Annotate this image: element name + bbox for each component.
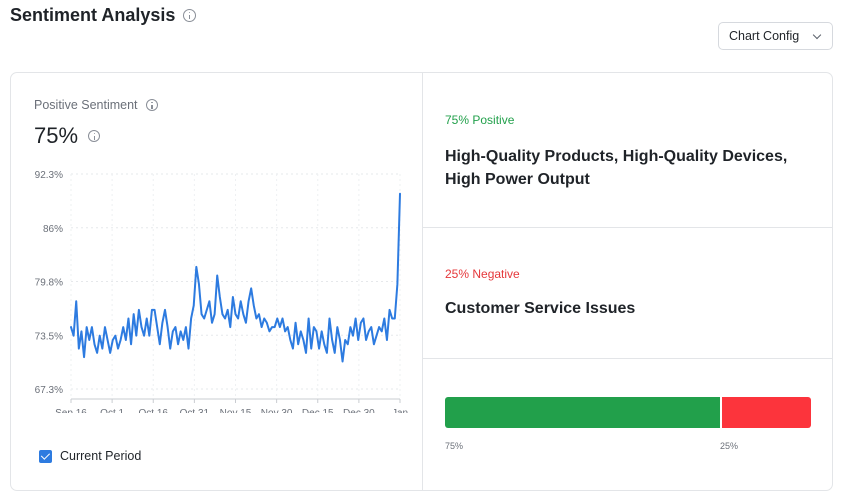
sentiment-card: Positive Sentiment 75% 92.3% 86% 79.8% 73.5… (10, 72, 833, 491)
negative-bar-segment[interactable] (722, 397, 811, 428)
sentiment-split-bar (445, 397, 811, 428)
x-tick-label: Dec 15 (302, 408, 334, 413)
legend-label: Current Period (60, 449, 142, 463)
x-tick-label: Jan (392, 408, 408, 413)
page-title-text: Sentiment Analysis (10, 5, 176, 25)
insights-pane: 75% Positive High-Quality Products, High… (423, 73, 832, 490)
chart-pane: Positive Sentiment 75% 92.3% 86% 79.8% 73.5… (11, 73, 423, 490)
positive-percent-label: 75% (445, 441, 464, 451)
negative-insight: 25% Negative Customer Service Issues (423, 228, 832, 359)
x-tick-label: Sep 16 (55, 408, 87, 413)
metric-value-text: 75% (34, 123, 79, 148)
info-icon[interactable] (145, 99, 158, 111)
positive-bar-segment[interactable] (445, 397, 720, 428)
sentiment-line-chart[interactable]: 92.3% 86% 79.8% 73.5% 67.3% Sep 16 Oct 1 Oct 16… (11, 163, 423, 413)
chart-legend: Current Period (39, 449, 141, 463)
info-icon[interactable] (88, 130, 101, 142)
x-tick-label: Oct 31 (180, 408, 210, 413)
negative-percent-label: 25% (720, 441, 739, 451)
positive-insight: 75% Positive High-Quality Products, High… (423, 73, 832, 228)
y-tick-label: 86% (43, 224, 63, 235)
chevron-down-icon (812, 30, 822, 40)
y-tick-label: 73.5% (35, 331, 63, 342)
chart-config-label: Chart Config (729, 29, 800, 43)
y-tick-label: 79.8% (35, 278, 63, 289)
x-tick-label: Nov 15 (220, 408, 252, 413)
y-tick-label: 67.3% (35, 385, 63, 396)
negative-headline: Customer Service Issues (445, 300, 636, 317)
sentiment-split: 75% 25% (423, 359, 832, 490)
metric-value: 75% (34, 123, 101, 149)
x-tick-label: Nov 30 (261, 408, 293, 413)
positive-tag: 75% Positive (445, 113, 515, 127)
series-line (70, 192, 401, 363)
x-tick-label: Oct 16 (139, 408, 169, 413)
x-tick-label: Dec 30 (343, 408, 375, 413)
x-tick-label: Oct 1 (100, 408, 124, 413)
positive-headline: High-Quality Products, High-Quality Devi… (445, 148, 788, 188)
page-title: Sentiment Analysis (10, 5, 197, 26)
metric-label-text: Positive Sentiment (34, 98, 138, 112)
metric-label: Positive Sentiment (34, 98, 158, 112)
current-period-checkbox[interactable] (39, 449, 52, 463)
info-icon[interactable] (183, 9, 197, 22)
negative-tag: 25% Negative (445, 267, 520, 281)
y-tick-label: 92.3% (35, 170, 63, 181)
chart-config-button[interactable]: Chart Config (718, 22, 833, 50)
